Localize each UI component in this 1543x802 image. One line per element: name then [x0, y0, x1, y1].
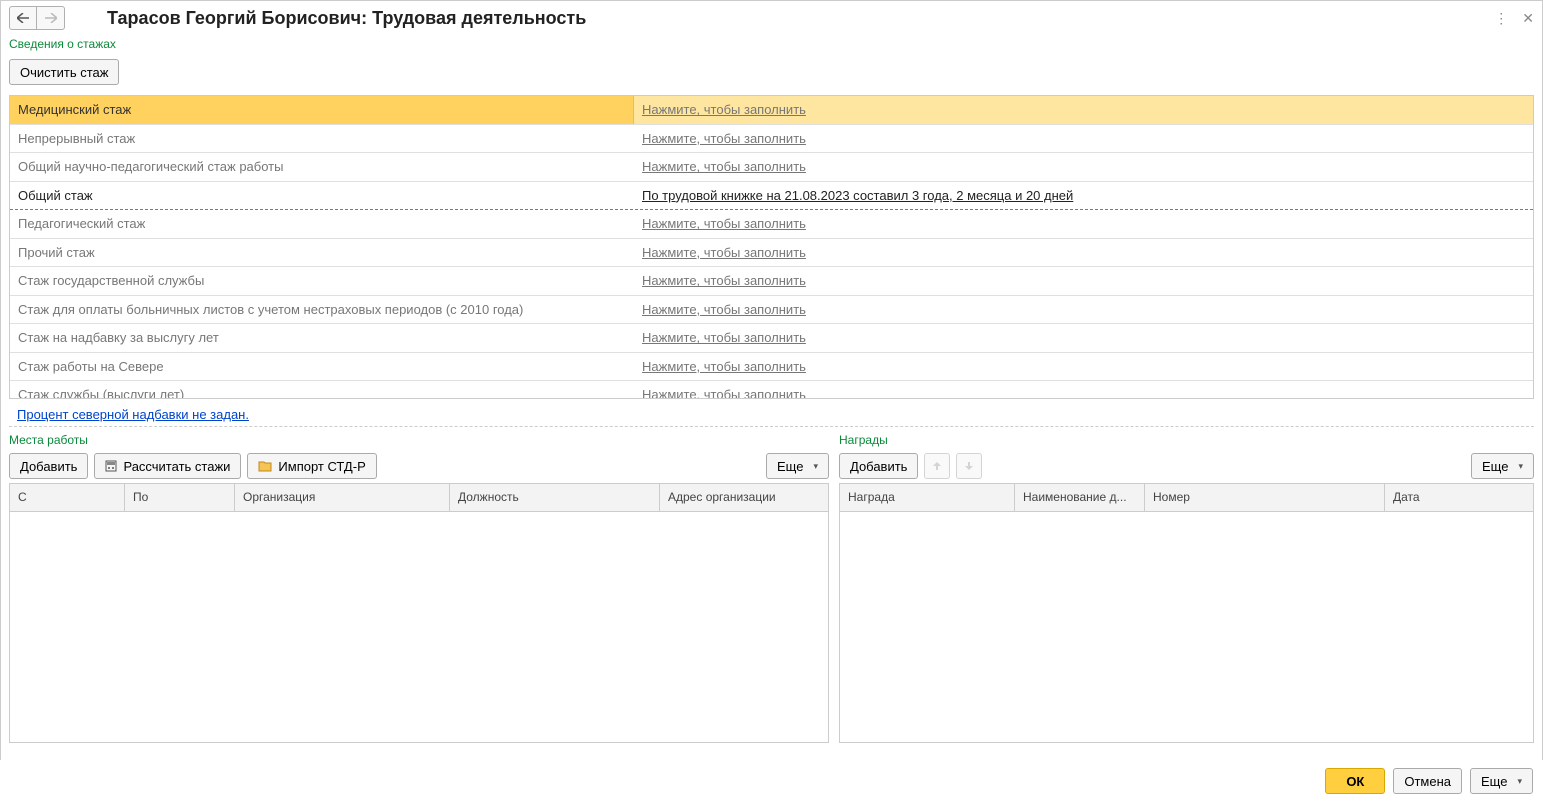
kebab-menu-icon[interactable]: ⋮: [1494, 10, 1508, 27]
stazh-row-fill-link[interactable]: Нажмите, чтобы заполнить: [642, 102, 806, 117]
col-position[interactable]: Должность: [450, 484, 660, 511]
stazh-row-name: Стаж для оплаты больничных листов с учет…: [10, 296, 634, 324]
stazh-row-value: Нажмите, чтобы заполнить: [634, 387, 1533, 398]
awards-grid[interactable]: Награда Наименование д... Номер Дата: [839, 483, 1534, 743]
workplaces-grid-body[interactable]: [10, 512, 828, 742]
stazh-row-value: По трудовой книжке на 21.08.2023 состави…: [634, 188, 1533, 203]
stazh-row[interactable]: Стаж на надбавку за выслугу лет Нажмите, …: [10, 324, 1533, 353]
move-down-button[interactable]: [956, 453, 982, 479]
workplaces-import-button[interactable]: Импорт СТД-Р: [247, 453, 376, 479]
stazh-row-name: Непрерывный стаж: [10, 125, 634, 153]
stazh-row[interactable]: Прочий стаж Нажмите, чтобы заполнить: [10, 239, 1533, 268]
awards-section-title: Награды: [839, 431, 1534, 449]
workplaces-more-button[interactable]: Еще: [766, 453, 829, 479]
stazh-row-name: Педагогический стаж: [10, 210, 634, 238]
col-number[interactable]: Номер: [1145, 484, 1385, 511]
calculator-icon: [105, 460, 117, 472]
stazh-row[interactable]: Стаж государственной службы Нажмите, чтоб…: [10, 267, 1533, 296]
stazh-row-fill-link[interactable]: Нажмите, чтобы заполнить: [642, 216, 806, 231]
stazh-row-value: Нажмите, чтобы заполнить: [634, 245, 1533, 260]
stazh-row[interactable]: Стаж работы на Севере Нажмите, чтобы запо…: [10, 353, 1533, 382]
stazh-row-name: Стаж службы (выслуги лет): [10, 381, 634, 398]
stazh-row-fill-link[interactable]: Нажмите, чтобы заполнить: [642, 273, 806, 288]
awards-grid-body[interactable]: [840, 512, 1533, 742]
stazh-row-value: Нажмите, чтобы заполнить: [634, 159, 1533, 174]
stazh-row-fill-link[interactable]: Нажмите, чтобы заполнить: [642, 245, 806, 260]
stazh-row-fill-link[interactable]: Нажмите, чтобы заполнить: [642, 387, 806, 398]
workplaces-calc-button[interactable]: Рассчитать стажи: [94, 453, 241, 479]
footer: ОК Отмена Еще: [0, 760, 1543, 802]
cancel-button[interactable]: Отмена: [1393, 768, 1462, 794]
col-to[interactable]: По: [125, 484, 235, 511]
stazh-row-value: Нажмите, чтобы заполнить: [634, 102, 1533, 117]
stazh-row[interactable]: Педагогический стаж Нажмите, чтобы заполн…: [10, 210, 1533, 239]
stazh-table: Медицинский стаж Нажмите, чтобы заполнить…: [9, 95, 1534, 399]
stazh-row-value: Нажмите, чтобы заполнить: [634, 216, 1533, 231]
workplaces-add-button[interactable]: Добавить: [9, 453, 88, 479]
stazh-row[interactable]: Стаж службы (выслуги лет) Нажмите, чтобы …: [10, 381, 1533, 398]
clear-stazh-button[interactable]: Очистить стаж: [9, 59, 119, 85]
arrow-down-icon: [964, 461, 974, 471]
stazh-row-value: Нажмите, чтобы заполнить: [634, 273, 1533, 288]
nav-forward-button[interactable]: [37, 6, 65, 30]
stazh-row-value: Нажмите, чтобы заполнить: [634, 131, 1533, 146]
stazh-row-name: Общий стаж: [10, 182, 634, 210]
stazh-row-name: Стаж на надбавку за выслугу лет: [10, 324, 634, 352]
col-org[interactable]: Организация: [235, 484, 450, 511]
stazh-row-name: Общий научно-педагогический стаж работы: [10, 153, 634, 181]
window-header: Тарасов Георгий Борисович: Трудовая деят…: [1, 1, 1542, 35]
nav-back-button[interactable]: [9, 6, 37, 30]
stazh-row-fill-link[interactable]: Нажмите, чтобы заполнить: [642, 359, 806, 374]
col-doc-name[interactable]: Наименование д...: [1015, 484, 1145, 511]
stazh-row[interactable]: Общий стаж По трудовой книжке на 21.08.20…: [10, 182, 1533, 211]
move-up-button[interactable]: [924, 453, 950, 479]
stazh-row[interactable]: Непрерывный стаж Нажмите, чтобы заполнить: [10, 125, 1533, 154]
ok-button[interactable]: ОК: [1325, 768, 1385, 794]
arrow-right-icon: [45, 13, 57, 23]
stazh-row-fill-link[interactable]: Нажмите, чтобы заполнить: [642, 159, 806, 174]
workplaces-calc-label: Рассчитать стажи: [123, 459, 230, 474]
stazh-row-name: Стаж государственной службы: [10, 267, 634, 295]
awards-panel: Награды Добавить Еще Награда Наименовани…: [839, 431, 1534, 743]
col-date[interactable]: Дата: [1385, 484, 1533, 511]
workplaces-import-label: Импорт СТД-Р: [278, 459, 365, 474]
stazh-row[interactable]: Стаж для оплаты больничных листов с учет…: [10, 296, 1533, 325]
stazh-row[interactable]: Медицинский стаж Нажмите, чтобы заполнить: [10, 96, 1533, 125]
stazh-row-value: Нажмите, чтобы заполнить: [634, 302, 1533, 317]
window-title: Тарасов Георгий Борисович: Трудовая деят…: [107, 8, 586, 29]
close-icon[interactable]: ✕: [1522, 10, 1534, 27]
awards-more-button[interactable]: Еще: [1471, 453, 1534, 479]
workplaces-section-title: Места работы: [9, 431, 829, 449]
workplaces-panel: Места работы Добавить Рассчитать стажи И…: [9, 431, 829, 743]
arrow-left-icon: [17, 13, 29, 23]
workplaces-grid[interactable]: С По Организация Должность Адрес организ…: [9, 483, 829, 743]
stazh-row-value: Нажмите, чтобы заполнить: [634, 330, 1533, 345]
awards-add-button[interactable]: Добавить: [839, 453, 918, 479]
stazh-row-name: Прочий стаж: [10, 239, 634, 267]
col-from[interactable]: С: [10, 484, 125, 511]
stazh-row[interactable]: Общий научно-педагогический стаж работы Н…: [10, 153, 1533, 182]
north-allowance-warning-link[interactable]: Процент северной надбавки не задан.: [9, 399, 1534, 427]
stazh-row-name: Медицинский стаж: [10, 96, 634, 124]
footer-more-button[interactable]: Еще: [1470, 768, 1533, 794]
folder-icon: [258, 460, 272, 472]
col-award[interactable]: Награда: [840, 484, 1015, 511]
stazh-row-fill-link[interactable]: Нажмите, чтобы заполнить: [642, 131, 806, 146]
stazh-row-value-link[interactable]: По трудовой книжке на 21.08.2023 состави…: [642, 188, 1073, 203]
stazh-row-fill-link[interactable]: Нажмите, чтобы заполнить: [642, 302, 806, 317]
stazh-row-fill-link[interactable]: Нажмите, чтобы заполнить: [642, 330, 806, 345]
arrow-up-icon: [932, 461, 942, 471]
col-address[interactable]: Адрес организации: [660, 484, 828, 511]
stazh-section-title: Сведения о стажах: [1, 35, 1542, 53]
stazh-row-value: Нажмите, чтобы заполнить: [634, 359, 1533, 374]
stazh-row-name: Стаж работы на Севере: [10, 353, 634, 381]
